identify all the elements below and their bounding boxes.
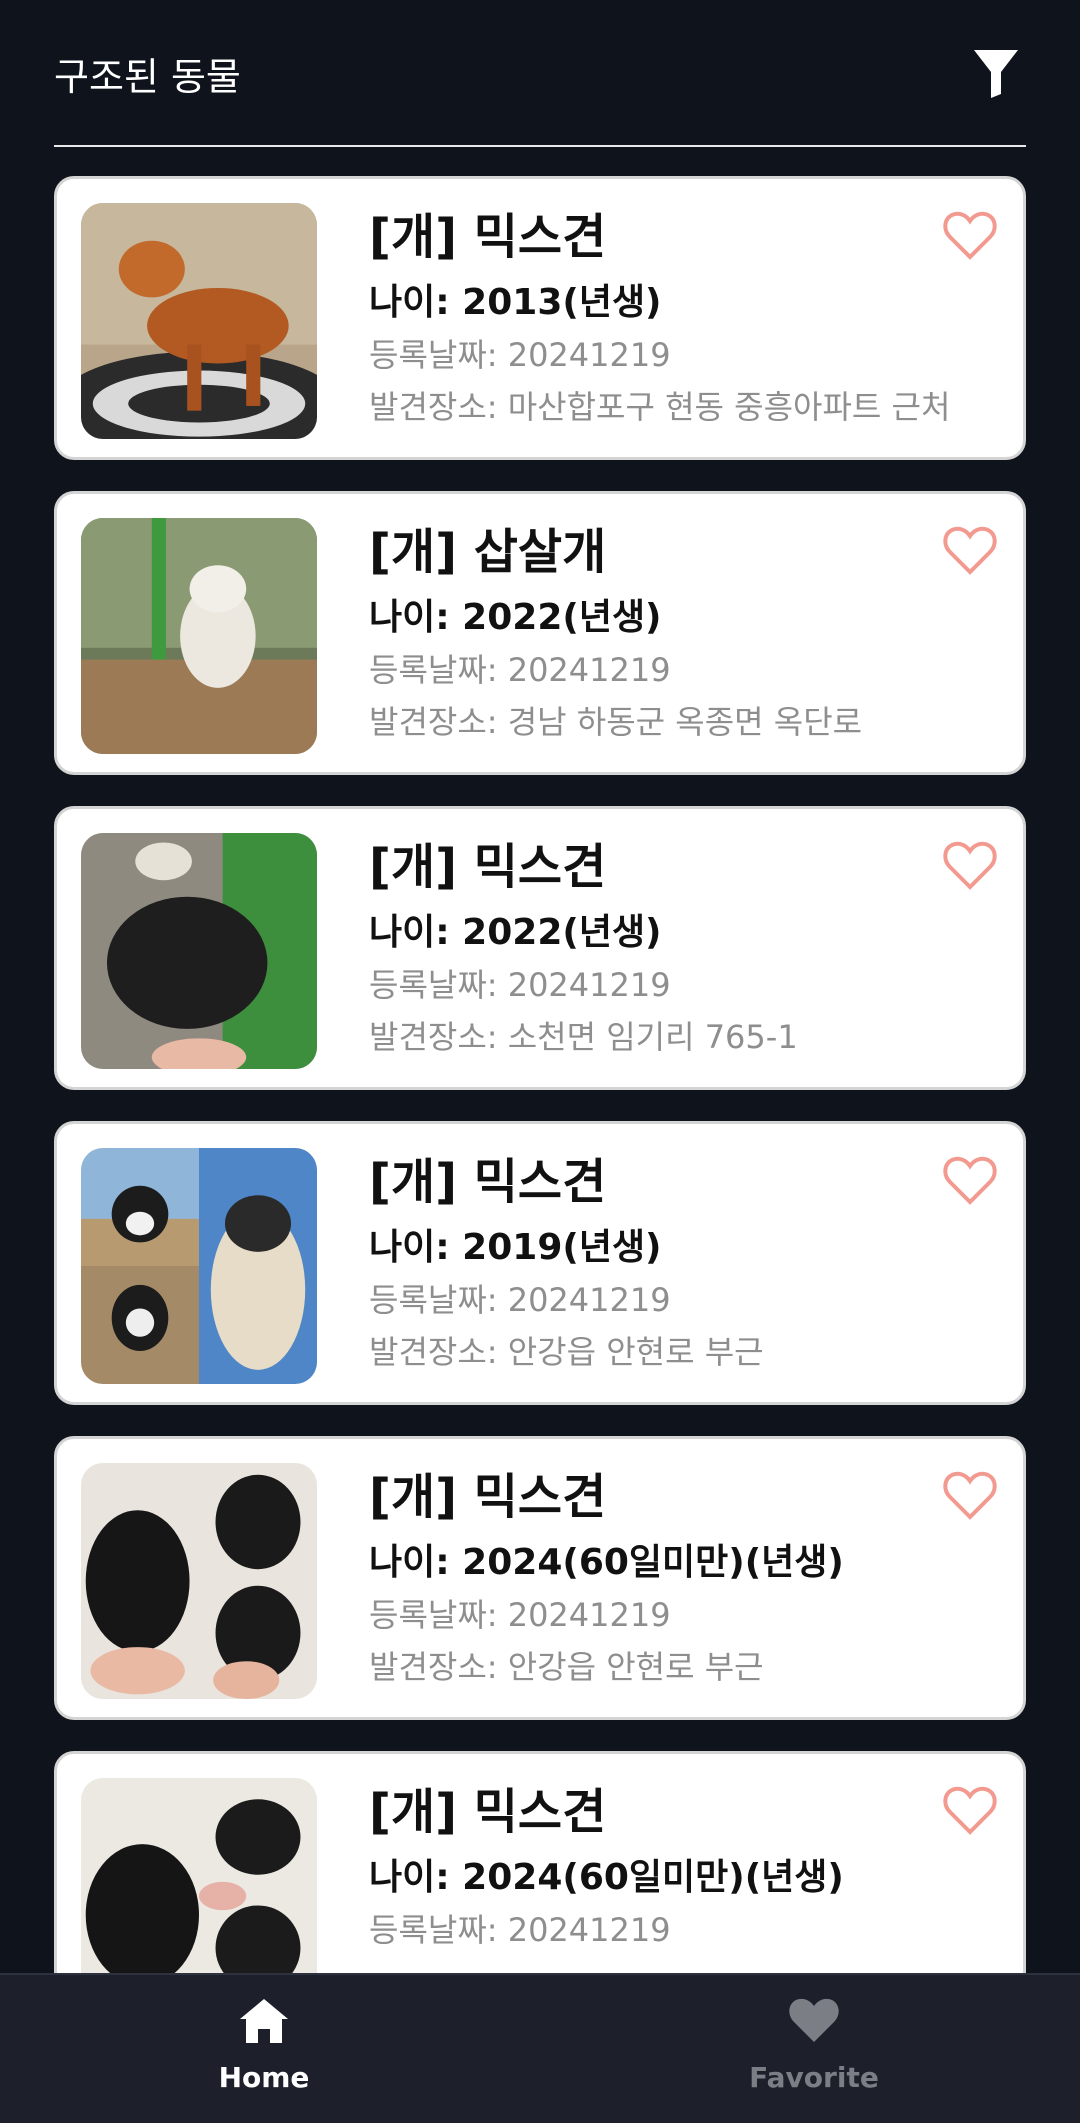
- app-header: 구조된 동물: [54, 0, 1026, 146]
- animal-found-place: 발견장소: 안강읍 안현로 부근: [369, 1333, 764, 1371]
- header-divider: [54, 145, 1026, 147]
- animal-photo: [81, 1148, 317, 1384]
- favorite-heart-icon[interactable]: [943, 1156, 997, 1206]
- animal-card[interactable]: [개] 믹스견 나이: 2013(년생) 등록날짜: 20241219 발견장소…: [54, 176, 1026, 460]
- animal-found-place: 발견장소: 소천면 임기리 765-1: [369, 1018, 798, 1056]
- heart-filled-icon: [789, 1998, 839, 2042]
- animal-card[interactable]: [개] 믹스견 나이: 2024(60일미만)(년생) 등록날짜: 202412…: [54, 1751, 1026, 1975]
- animal-info: [개] 삽살개 나이: 2022(년생) 등록날짜: 20241219 발견장소…: [369, 516, 913, 748]
- animal-found-place: 발견장소: 마산합포구 현동 중흥아파트 근처: [369, 388, 951, 426]
- animal-card[interactable]: [개] 믹스견 나이: 2022(년생) 등록날짜: 20241219 발견장소…: [54, 806, 1026, 1090]
- animal-info: [개] 믹스견 나이: 2022(년생) 등록날짜: 20241219 발견장소…: [369, 831, 913, 1063]
- animal-found-place: 발견장소: 안강읍 안현로 부근: [369, 1648, 764, 1686]
- favorite-heart-icon[interactable]: [943, 1471, 997, 1521]
- nav-favorite[interactable]: Favorite: [664, 1975, 964, 2123]
- animal-photo: [81, 203, 317, 439]
- animal-name: [개] 믹스견: [369, 839, 607, 895]
- animal-photo: [81, 1463, 317, 1699]
- animal-name: [개] 믹스견: [369, 1469, 607, 1525]
- favorite-heart-icon[interactable]: [943, 1786, 997, 1836]
- animal-photo: [81, 518, 317, 754]
- bottom-navigation: Home Favorite: [0, 1973, 1080, 2123]
- animal-info: [개] 믹스견 나이: 2013(년생) 등록날짜: 20241219 발견장소…: [369, 201, 951, 433]
- animal-age: 나이: 2022(년생): [369, 912, 662, 953]
- animal-name: [개] 삽살개: [369, 524, 607, 580]
- animal-name: [개] 믹스견: [369, 1154, 607, 1210]
- animal-card[interactable]: [개] 믹스견 나이: 2019(년생) 등록날짜: 20241219 발견장소…: [54, 1121, 1026, 1405]
- animal-register-date: 등록날짜: 20241219: [369, 1911, 671, 1949]
- animal-register-date: 등록날짜: 20241219: [369, 966, 671, 1004]
- animal-register-date: 등록날짜: 20241219: [369, 1281, 671, 1319]
- animal-card[interactable]: [개] 삽살개 나이: 2022(년생) 등록날짜: 20241219 발견장소…: [54, 491, 1026, 775]
- animal-card[interactable]: [개] 믹스견 나이: 2024(60일미만)(년생) 등록날짜: 202412…: [54, 1436, 1026, 1720]
- animal-info: [개] 믹스견 나이: 2024(60일미만)(년생) 등록날짜: 202412…: [369, 1776, 913, 1975]
- favorite-heart-icon[interactable]: [943, 526, 997, 576]
- nav-home-label: Home: [218, 2061, 310, 2094]
- nav-favorite-label: Favorite: [749, 2061, 879, 2094]
- animal-age: 나이: 2013(년생): [369, 282, 662, 323]
- animal-age: 나이: 2024(60일미만)(년생): [369, 1542, 844, 1583]
- nav-home[interactable]: Home: [114, 1975, 414, 2123]
- animal-name: [개] 믹스견: [369, 1784, 607, 1840]
- favorite-heart-icon[interactable]: [943, 841, 997, 891]
- animal-list[interactable]: [개] 믹스견 나이: 2013(년생) 등록날짜: 20241219 발견장소…: [54, 176, 1026, 1975]
- animal-register-date: 등록날짜: 20241219: [369, 1596, 671, 1634]
- animal-found-place: 발견장소: 경남 하동군 옥종면 옥단로: [369, 703, 863, 741]
- animal-info: [개] 믹스견 나이: 2019(년생) 등록날짜: 20241219 발견장소…: [369, 1146, 913, 1378]
- filter-icon[interactable]: [974, 50, 1018, 98]
- animal-info: [개] 믹스견 나이: 2024(60일미만)(년생) 등록날짜: 202412…: [369, 1461, 913, 1693]
- favorite-heart-icon[interactable]: [943, 211, 997, 261]
- animal-age: 나이: 2022(년생): [369, 597, 662, 638]
- animal-name: [개] 믹스견: [369, 209, 607, 265]
- animal-register-date: 등록날짜: 20241219: [369, 336, 671, 374]
- home-icon: [240, 1999, 288, 2043]
- animal-register-date: 등록날짜: 20241219: [369, 651, 671, 689]
- animal-photo: [81, 833, 317, 1069]
- animal-age: 나이: 2024(60일미만)(년생): [369, 1857, 844, 1898]
- animal-photo: [81, 1778, 317, 1975]
- page-title: 구조된 동물: [54, 55, 241, 99]
- animal-age: 나이: 2019(년생): [369, 1227, 662, 1268]
